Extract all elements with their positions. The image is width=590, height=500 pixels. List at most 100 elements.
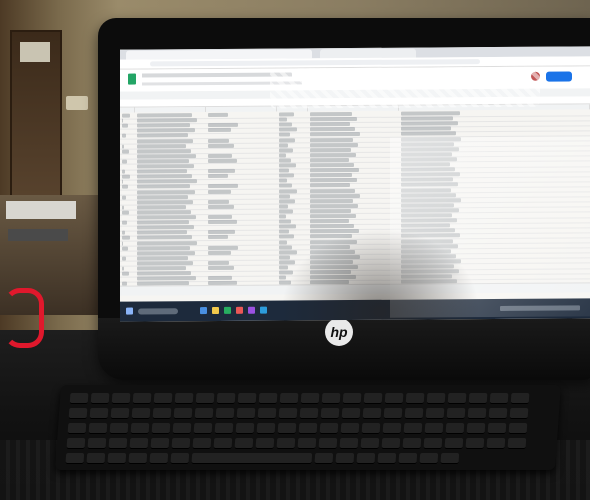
table-cell bbox=[310, 203, 358, 209]
keyboard-key bbox=[279, 393, 299, 404]
keyboard-key bbox=[195, 393, 215, 404]
table-cell bbox=[122, 113, 130, 118]
red-cable bbox=[4, 288, 44, 348]
table-cell bbox=[122, 179, 123, 184]
wall-switch bbox=[66, 96, 88, 110]
keyboard-key bbox=[153, 393, 173, 404]
table-cell bbox=[137, 220, 189, 225]
keyboard-key bbox=[128, 453, 148, 464]
keyboard-key bbox=[509, 408, 529, 419]
table-cell bbox=[310, 178, 357, 183]
table-cell bbox=[137, 250, 195, 256]
table-cell bbox=[122, 246, 128, 251]
keyboard-key bbox=[256, 423, 276, 434]
table-cell bbox=[137, 123, 190, 128]
keyboard-key bbox=[362, 408, 382, 419]
table-cell bbox=[279, 168, 289, 173]
table-cell bbox=[137, 179, 197, 184]
keyboard-key bbox=[507, 438, 527, 449]
keyboard-key bbox=[486, 438, 506, 449]
share-button bbox=[546, 71, 572, 82]
keyboard-key bbox=[467, 408, 487, 419]
keyboard-key bbox=[446, 408, 466, 419]
table-cell bbox=[310, 127, 355, 132]
keyboard-key bbox=[235, 423, 255, 434]
keyboard-key bbox=[487, 423, 507, 434]
keyboard-key bbox=[488, 408, 508, 419]
url-field bbox=[150, 59, 480, 67]
table-cell bbox=[279, 127, 297, 132]
table-cell bbox=[279, 178, 287, 183]
table-cell bbox=[310, 132, 360, 137]
keyboard-key bbox=[171, 438, 191, 449]
keyboard-key bbox=[213, 438, 233, 449]
keyboard-key bbox=[335, 453, 355, 464]
shelf-printer bbox=[6, 201, 76, 219]
table-cell bbox=[122, 271, 129, 276]
table-cell bbox=[137, 164, 194, 169]
table-cell bbox=[279, 163, 296, 168]
table-cell bbox=[122, 118, 123, 123]
table-cell bbox=[137, 225, 194, 230]
table-cell bbox=[137, 143, 186, 149]
table-cell bbox=[208, 184, 238, 189]
table-cell bbox=[310, 137, 353, 142]
table-cell bbox=[137, 271, 191, 276]
table-cell bbox=[310, 117, 357, 122]
table-cell bbox=[208, 204, 234, 209]
table-cell bbox=[279, 214, 286, 219]
keyboard-key bbox=[237, 393, 257, 404]
table-cell bbox=[279, 153, 286, 158]
table-cell bbox=[279, 188, 297, 194]
keyboard-key bbox=[361, 423, 381, 434]
table-cell bbox=[279, 183, 292, 188]
keyboard-key bbox=[130, 423, 150, 434]
keyboard-key bbox=[258, 393, 278, 404]
key-row bbox=[66, 438, 527, 449]
table-cell bbox=[137, 204, 186, 210]
keyboard-key bbox=[377, 453, 397, 464]
table-cell bbox=[208, 123, 238, 128]
table-cell bbox=[310, 173, 352, 178]
monitor-screen bbox=[120, 46, 590, 322]
table-cell bbox=[208, 189, 231, 194]
keyboard-key bbox=[111, 393, 131, 404]
table-cell bbox=[208, 260, 229, 265]
keyboard-key bbox=[191, 453, 313, 464]
shelf-box bbox=[8, 229, 68, 241]
keyboard-key bbox=[277, 423, 297, 434]
keyboard-key bbox=[149, 453, 169, 464]
table-cell bbox=[122, 174, 130, 179]
keyboard-key bbox=[445, 423, 465, 434]
keyboard-key bbox=[66, 438, 86, 449]
table-cell bbox=[137, 138, 193, 144]
photo-scene: hp bbox=[0, 0, 590, 500]
table-cell bbox=[310, 198, 353, 204]
hp-logo: hp bbox=[325, 318, 353, 346]
keyboard-key bbox=[402, 438, 422, 449]
column-header bbox=[120, 107, 135, 113]
taskbar-app-icon bbox=[236, 306, 243, 314]
keyboard-key bbox=[423, 438, 443, 449]
keyboard-key bbox=[90, 393, 110, 404]
table-cell bbox=[310, 183, 350, 188]
table-cell bbox=[401, 126, 451, 131]
table-cell bbox=[279, 137, 295, 143]
keyboard-key bbox=[69, 393, 89, 404]
table-cell bbox=[137, 266, 186, 271]
table-cell bbox=[137, 240, 197, 246]
table-cell bbox=[310, 147, 351, 153]
table-cell bbox=[208, 153, 232, 158]
table-cell bbox=[122, 235, 130, 241]
table-cell bbox=[310, 157, 349, 163]
table-cell bbox=[208, 143, 234, 148]
table-cell bbox=[137, 148, 191, 154]
table-cell bbox=[137, 174, 192, 179]
table-cell bbox=[310, 163, 354, 168]
key-row bbox=[65, 453, 460, 464]
table-cell bbox=[137, 230, 187, 235]
table-cell bbox=[279, 209, 293, 214]
keyboard-key bbox=[341, 408, 361, 419]
table-cell bbox=[279, 194, 290, 199]
table-cell bbox=[208, 214, 232, 220]
